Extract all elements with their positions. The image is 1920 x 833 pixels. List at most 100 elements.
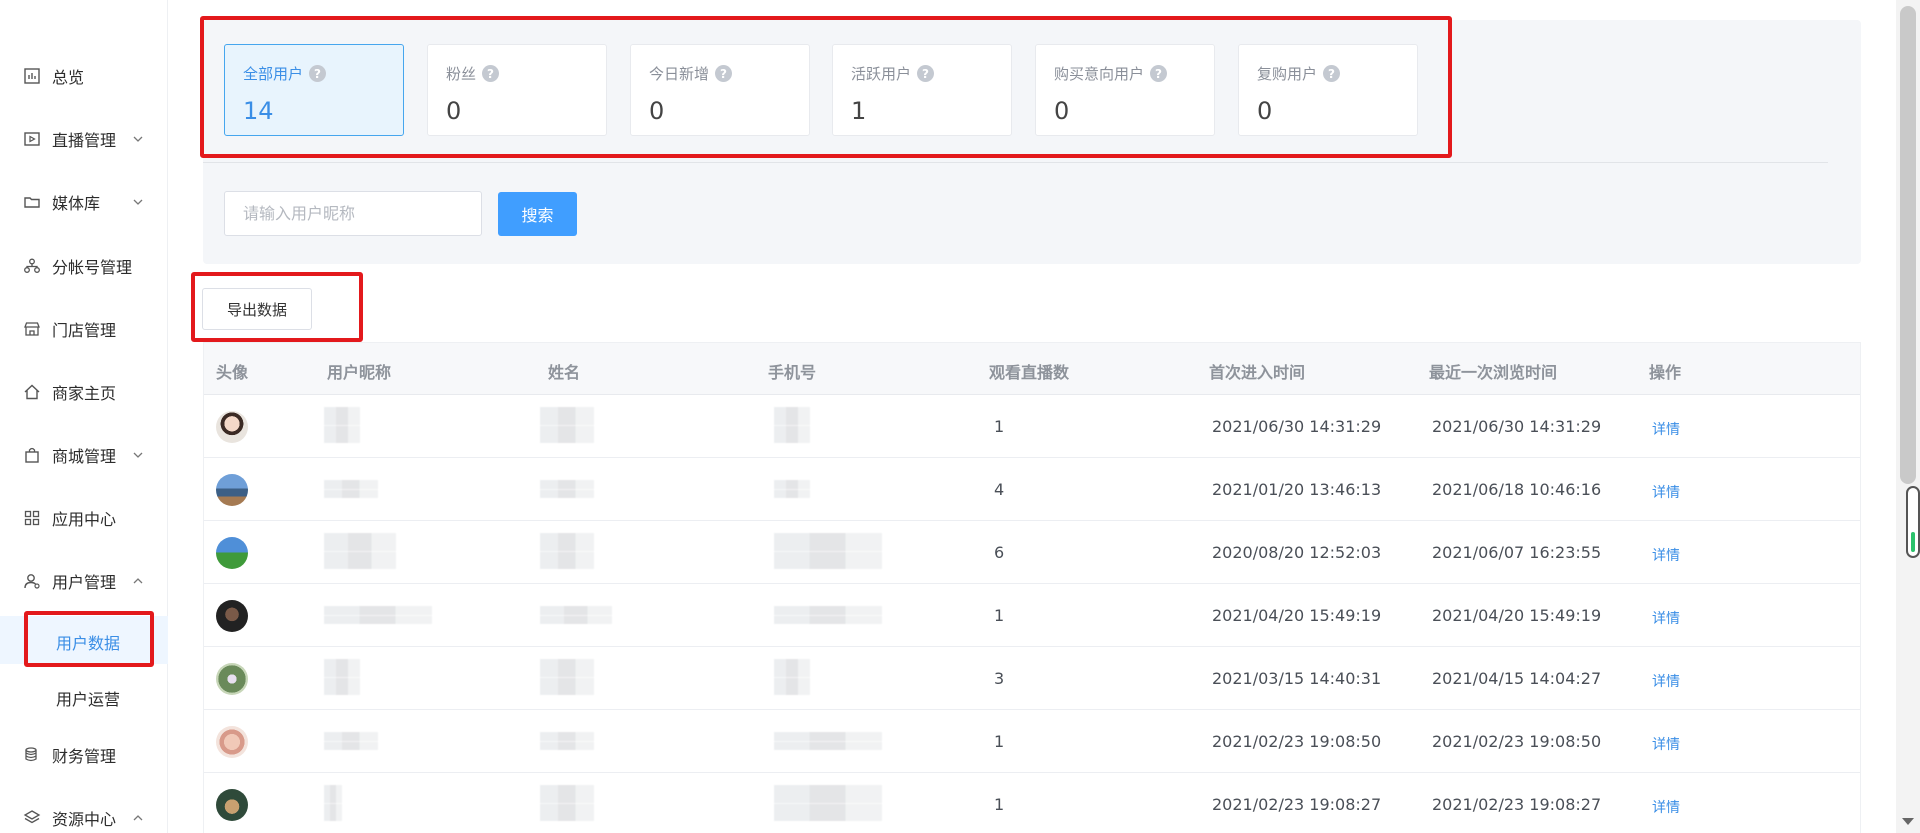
sidebar-item-store[interactable]: 门店管理 [0,309,168,349]
avatar [216,600,248,632]
column-header: 姓名 [548,363,581,382]
help-icon[interactable]: ? [1323,65,1341,82]
column-header: 观看直播数 [989,363,1070,382]
sidebar-item-label: 应用中心 [52,510,117,529]
sidebar-subitem-user-data[interactable]: 用户数据 [0,616,168,664]
sidebar-item-live[interactable]: 直播管理 [0,119,168,159]
bag-icon [22,445,42,465]
stat-value: 0 [446,97,462,125]
stat-card-new-today[interactable]: 今日新增? 0 [630,44,810,136]
grid-icon [22,508,42,528]
sidebar-subitem-label: 用户运营 [56,690,121,709]
chevron-down-icon [133,136,143,142]
first-visit-time: 2021/06/30 14:31:29 [1212,417,1382,436]
redacted-phone [774,785,882,821]
table-row: 4 2021/01/20 13:46:13 2021/06/18 10:46:1… [204,458,1860,521]
detail-link[interactable]: 详情 [1652,797,1680,817]
first-visit-time: 2020/08/20 12:52:03 [1212,543,1382,562]
column-header: 最近一次浏览时间 [1429,363,1558,382]
sidebar-subitem-user-ops[interactable]: 用户运营 [0,672,168,720]
search-button[interactable]: 搜索 [498,192,577,236]
sidebar-item-label: 门店管理 [52,321,117,340]
sidebar-item-resources[interactable]: 资源中心 [0,798,168,833]
avatar [216,474,248,506]
sidebar-item-label: 财务管理 [52,747,117,766]
redacted-name [540,659,594,695]
folder-icon [22,192,42,212]
chart-icon [22,66,42,86]
sidebar-item-finance[interactable]: 财务管理 [0,735,168,775]
sidebar-item-mall[interactable]: 商城管理 [0,435,168,475]
stat-label: 购买意向用户 [1054,65,1145,83]
redacted-nickname [324,533,396,569]
chevron-down-icon [133,199,143,205]
help-icon[interactable]: ? [715,65,733,82]
scroll-indicator [1906,486,1920,558]
avatar [216,789,248,821]
sidebar-item-label: 直播管理 [52,131,117,150]
sidebar-item-label: 媒体库 [52,194,101,213]
stat-value: 1 [851,97,867,125]
redacted-phone [774,407,810,443]
sidebar-item-overview[interactable]: 总览 [0,56,168,96]
stat-card-active-users[interactable]: 活跃用户? 1 [832,44,1012,136]
detail-link[interactable]: 详情 [1652,671,1680,691]
column-header: 手机号 [768,363,817,382]
redacted-nickname [324,407,360,443]
sidebar-item-merchant-home[interactable]: 商家主页 [0,372,168,412]
detail-link[interactable]: 详情 [1652,734,1680,754]
stat-label: 活跃用户 [851,65,912,83]
redacted-phone [774,533,882,569]
stat-label: 粉丝 [446,65,477,83]
last-visit-time: 2021/04/20 15:49:19 [1432,606,1602,625]
redacted-nickname [324,606,432,624]
views-count: 1 [994,732,1005,751]
views-count: 6 [994,543,1005,562]
help-icon[interactable]: ? [309,65,327,82]
stat-card-all-users[interactable]: 全部用户? 14 [224,44,404,136]
export-data-button[interactable]: 导出数据 [202,288,312,330]
avatar [216,411,248,443]
sidebar-item-users[interactable]: 用户管理 [0,561,168,601]
scroll-thumb[interactable] [1900,6,1916,484]
table-row: 1 2021/04/20 15:49:19 2021/04/20 15:49:1… [204,584,1860,647]
stat-label: 复购用户 [1257,65,1318,83]
views-count: 1 [994,795,1005,814]
stat-card-fans[interactable]: 粉丝? 0 [427,44,607,136]
sidebar-item-subaccount[interactable]: 分帐号管理 [0,246,168,286]
table-row: 1 2021/06/30 14:31:29 2021/06/30 14:31:2… [204,395,1860,458]
redacted-phone [774,606,882,624]
stat-value: 0 [1257,97,1273,125]
stat-card-repurchase[interactable]: 复购用户? 0 [1238,44,1418,136]
stat-label: 今日新增 [649,65,710,83]
help-icon[interactable]: ? [482,65,500,82]
store-icon [22,319,42,339]
detail-link[interactable]: 详情 [1652,545,1680,565]
chevron-down-icon [133,452,143,458]
last-visit-time: 2021/06/18 10:46:16 [1432,480,1602,499]
sidebar-item-label: 商城管理 [52,447,117,466]
sidebar: 总览 直播管理 媒体库 分帐号管理 门店管理 商家主页 商城管理 应用中心 用户… [0,0,168,833]
sidebar-item-media[interactable]: 媒体库 [0,182,168,222]
sidebar-item-apps[interactable]: 应用中心 [0,498,168,538]
table-row: 6 2020/08/20 12:52:03 2021/06/07 16:23:5… [204,521,1860,584]
redacted-name [540,480,594,498]
table-row: 1 2021/02/23 19:08:50 2021/02/23 19:08:5… [204,710,1860,773]
help-icon[interactable]: ? [1150,65,1168,82]
redacted-phone [774,480,810,498]
redacted-name [540,785,594,821]
first-visit-time: 2021/03/15 14:40:31 [1212,669,1382,688]
detail-link[interactable]: 详情 [1652,482,1680,502]
search-input[interactable] [224,191,482,236]
detail-link[interactable]: 详情 [1652,419,1680,439]
user-table: 头像 用户昵称 姓名 手机号 观看直播数 首次进入时间 最近一次浏览时间 操作 … [203,342,1861,833]
scroll-down-arrow-icon[interactable] [1902,818,1914,825]
stat-card-purchase-intent[interactable]: 购买意向用户? 0 [1035,44,1215,136]
column-header: 用户昵称 [327,363,392,382]
first-visit-time: 2021/02/23 19:08:27 [1212,795,1382,814]
last-visit-time: 2021/04/15 14:04:27 [1432,669,1602,688]
column-header: 头像 [216,363,249,382]
help-icon[interactable]: ? [917,65,935,82]
detail-link[interactable]: 详情 [1652,608,1680,628]
scrollbar[interactable] [1896,0,1920,833]
